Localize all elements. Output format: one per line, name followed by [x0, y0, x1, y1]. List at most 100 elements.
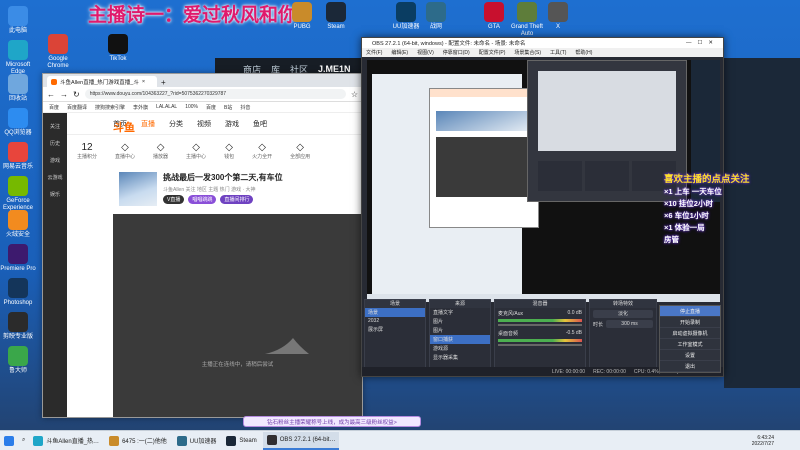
desktop-icon[interactable]: Steam — [318, 2, 354, 31]
volume-slider[interactable] — [498, 344, 582, 346]
window-controls[interactable]: —☐✕ — [686, 40, 719, 46]
category-item[interactable]: 12 主播积分 — [77, 142, 97, 160]
category-item[interactable]: ◇ 钱包 — [224, 142, 234, 160]
transition-select[interactable]: 淡化 — [593, 310, 653, 318]
obs-control-button[interactable]: 停止直播 — [660, 306, 720, 317]
douyu-nav-item[interactable]: 分类 — [169, 119, 183, 129]
sidebar-item[interactable]: 游戏 — [43, 157, 67, 164]
desktop-icon[interactable]: 剪映专业版 — [0, 312, 36, 341]
source-item[interactable]: 图片 — [430, 317, 490, 326]
taskbar-item[interactable]: OBS 27.2.1 (64-bit… — [262, 431, 340, 450]
bookmark-item[interactable]: 李外旗 — [133, 104, 148, 111]
reload-icon[interactable]: ↻ — [73, 90, 80, 99]
category-label: 主播中心 — [186, 154, 207, 160]
obs-menu-item[interactable]: 视图(V) — [417, 49, 434, 56]
taskbar-item[interactable]: UU加速器 — [173, 432, 221, 450]
desktop-icon[interactable]: Premiere Pro — [0, 244, 36, 273]
star-icon[interactable]: ☆ — [351, 90, 358, 99]
desktop-icon[interactable]: TikTok — [100, 34, 136, 63]
taskbar-clock[interactable]: 6:43:24 2022/7/27 — [752, 435, 774, 447]
source-item[interactable]: 游戏源 — [430, 344, 490, 353]
bookmark-item[interactable]: 百度翻译 — [67, 104, 87, 111]
scene-item[interactable]: 2032 — [365, 317, 425, 325]
category-item[interactable]: ◇ 火力全开 — [252, 142, 272, 160]
url-input[interactable]: https://www.douyu.com/104363227_?rid=507… — [84, 89, 346, 99]
obs-control-button[interactable]: 设置 — [660, 350, 720, 361]
room-tag[interactable]: V直播 — [163, 195, 185, 204]
sidebar-item[interactable]: 娱乐 — [43, 191, 67, 198]
taskbar-item[interactable]: 斗鱼Allen直播_热… — [29, 432, 103, 450]
search-button[interactable]: ⌕ — [18, 432, 29, 450]
source-item[interactable]: 直播文字 — [430, 308, 490, 317]
desktop-icon-label: TikTok — [109, 56, 127, 62]
source-item[interactable]: 显示器采集 — [430, 353, 490, 362]
source-item[interactable]: 窗口捕获 — [430, 335, 490, 344]
sidebar-item[interactable]: 关注 — [43, 123, 67, 130]
close-icon[interactable]: × — [142, 79, 145, 85]
category-item[interactable]: ◇ 播放器 — [153, 142, 168, 160]
desktop-icon[interactable]: PUBG — [284, 2, 320, 31]
browser-window[interactable]: 斗鱼Allen直播_热门游戏直播_斗 × + ← → ↻ https://www… — [42, 73, 363, 418]
scene-item[interactable]: 场景 — [365, 308, 425, 317]
desktop-icon[interactable]: Photoshop — [0, 278, 36, 307]
room-tag[interactable]: 唱唱跳跳 — [188, 195, 217, 204]
bookmark-item[interactable]: 抖音 — [240, 104, 250, 111]
desktop-icon[interactable]: GTA — [476, 2, 512, 31]
category-item[interactable]: ◇ 直播中心 — [115, 142, 135, 160]
duration-input[interactable]: 300 ms — [606, 320, 653, 328]
obs-menu-item[interactable]: 场景集合(S) — [514, 49, 541, 56]
obs-menu-item[interactable]: 帮助(H) — [575, 49, 592, 56]
desktop-icon[interactable]: GeForce Experience — [0, 176, 36, 212]
desktop-icon[interactable]: Microsoft Edge — [0, 40, 36, 76]
bookmark-item[interactable]: 100% — [185, 104, 198, 110]
desktop-icon[interactable]: 此电脑 — [0, 6, 36, 35]
taskbar-item[interactable]: Steam — [222, 432, 260, 450]
douyu-nav-item[interactable]: 直播 — [141, 119, 155, 129]
obs-menu-item[interactable]: 编辑(E) — [391, 49, 408, 56]
obs-menu-item[interactable]: 工具(T) — [550, 49, 566, 56]
desktop-icon[interactable]: 火绒安全 — [0, 210, 36, 239]
bookmark-item[interactable]: 百度 — [206, 104, 216, 111]
desktop-icon[interactable]: 网易云音乐 — [0, 142, 36, 171]
desktop-icon[interactable]: Google Chrome — [40, 34, 76, 70]
bookmark-item[interactable]: 搜狗搜索引擎 — [95, 104, 125, 111]
promo-toast[interactable]: 钻石粉丝主播荣耀称号上线，成为最高三级粉丝权益> — [243, 416, 421, 427]
room-tag[interactable]: 直播间排行 — [220, 195, 254, 204]
obs-control-button[interactable]: 启动虚拟摄像机 — [660, 328, 720, 339]
back-icon[interactable]: ← — [47, 90, 55, 99]
video-player[interactable]: 主播正在连线中，请稍后尝试 — [113, 214, 362, 417]
desktop-icon[interactable]: QQ浏览器 — [0, 108, 36, 137]
new-tab-icon[interactable]: + — [161, 78, 166, 87]
source-item[interactable]: 图片 — [430, 326, 490, 335]
obs-menu-item[interactable]: 停靠窗口(D) — [443, 49, 470, 56]
volume-slider[interactable] — [498, 324, 582, 326]
stream-overlay: 喜欢主播的点点关注 ×1 上车 一天车位 ×10 挂位2小时 ×6 车位1小时 ×1 … — [664, 174, 794, 246]
bookmark-item[interactable]: LALALAL — [156, 104, 177, 110]
bookmark-item[interactable]: 百度 — [49, 104, 59, 111]
category-item[interactable]: ◇ 全部应用 — [290, 142, 310, 160]
obs-control-button[interactable]: 开始录制 — [660, 317, 720, 328]
douyu-nav-item[interactable]: 鱼吧 — [253, 119, 267, 129]
category-item[interactable]: ◇ 主播中心 — [186, 142, 206, 160]
taskbar-item[interactable]: 6475 :一(二)他他 — [105, 432, 171, 450]
start-button[interactable] — [0, 432, 18, 450]
scene-item[interactable]: 展示屏 — [365, 325, 425, 334]
obs-menu-item[interactable]: 文件(F) — [366, 49, 382, 56]
desktop-icon[interactable]: 鲁大师 — [0, 346, 36, 375]
desktop-icon[interactable]: X — [540, 2, 576, 31]
bookmark-item[interactable]: B站 — [224, 104, 232, 111]
douyu-nav-item[interactable]: 游戏 — [225, 119, 239, 129]
obs-control-button[interactable]: 退出 — [660, 361, 720, 372]
duration-label: 时长 — [593, 321, 604, 328]
desktop-icon[interactable]: 回收站 — [0, 74, 36, 103]
sidebar-item[interactable]: 云游戏 — [43, 174, 67, 181]
browser-tab[interactable]: 斗鱼Allen直播_热门游戏直播_斗 × — [47, 76, 157, 87]
douyu-nav-item[interactable]: 视频 — [197, 119, 211, 129]
desktop-icon-label: Steam — [327, 24, 345, 30]
douyu-logo[interactable]: 斗鱼 — [113, 119, 135, 135]
desktop-icon[interactable]: 战网 — [418, 2, 454, 31]
obs-menu-item[interactable]: 配置文件(P) — [479, 49, 506, 56]
forward-icon[interactable]: → — [60, 90, 68, 99]
obs-control-button[interactable]: 工作室模式 — [660, 339, 720, 350]
sidebar-item[interactable]: 历史 — [43, 140, 67, 147]
